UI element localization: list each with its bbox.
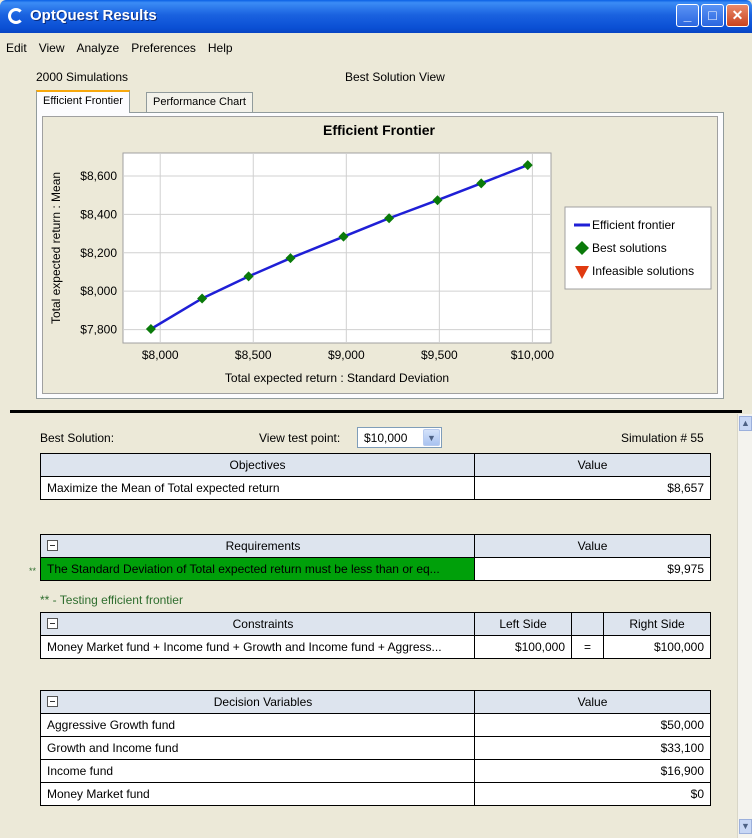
variable-name: Money Market fund xyxy=(40,782,475,806)
left-side-header: Left Side xyxy=(474,612,572,636)
best-solution-label: Best Solution: xyxy=(40,431,115,445)
variable-name: Aggressive Growth fund xyxy=(40,713,475,737)
table-row[interactable]: Growth and Income fund $33,100 xyxy=(40,736,711,760)
view-test-point-label: View test point: xyxy=(259,431,341,445)
table-row[interactable]: Income fund $16,900 xyxy=(40,759,711,783)
splitter[interactable] xyxy=(10,410,742,413)
tab-performance-chart[interactable]: Performance Chart xyxy=(146,92,253,113)
title-bar[interactable]: OptQuest Results _ □ ✕ xyxy=(0,0,752,33)
y-tick-label: $8,400 xyxy=(80,207,117,221)
table-row[interactable]: Money Market fund + Income fund + Growth… xyxy=(40,635,711,659)
legend-efficient-frontier: Efficient frontier xyxy=(592,218,675,232)
constraint-left-side: $100,000 xyxy=(474,635,572,659)
constraint-expression: Money Market fund + Income fund + Growth… xyxy=(40,635,475,659)
objectives-header: Objectives xyxy=(40,453,475,477)
app-icon xyxy=(8,8,24,24)
optquest-results-window: OptQuest Results _ □ ✕ Edit View Analyze… xyxy=(0,0,752,838)
x-tick-label: $8,000 xyxy=(142,348,179,362)
constraint-operator: = xyxy=(571,635,604,659)
view-name: Best Solution View xyxy=(345,70,445,84)
close-button[interactable]: ✕ xyxy=(726,4,749,27)
maximize-button[interactable]: □ xyxy=(701,4,724,27)
requirements-header-label: Requirements xyxy=(225,539,301,553)
collapse-decision-variables-icon[interactable] xyxy=(47,696,58,707)
testing-marker: ** xyxy=(29,566,37,576)
requirements-header: Requirements xyxy=(40,534,475,558)
scroll-up-icon[interactable]: ▲ xyxy=(739,416,752,431)
requirement-name: The Standard Deviation of Total expected… xyxy=(40,557,475,581)
variable-name: Growth and Income fund xyxy=(40,736,475,760)
objectives-table: Objectives Value Maximize the Mean of To… xyxy=(40,453,711,500)
chart-frame: Efficient Frontier $8,000 $8,500 $9,000 $9,… xyxy=(42,116,718,394)
efficient-frontier-chart: Efficient Frontier $8,000 $8,500 $9,000 $9,… xyxy=(49,122,712,385)
simulation-number: Simulation # 55 xyxy=(621,431,704,445)
objective-name: Maximize the Mean of Total expected retu… xyxy=(40,476,475,500)
right-side-header: Right Side xyxy=(603,612,711,636)
legend-infeasible-solutions: Infeasible solutions xyxy=(592,264,694,278)
collapse-requirements-icon[interactable] xyxy=(47,540,58,551)
objectives-value-header: Value xyxy=(474,453,711,477)
decision-variables-header-label: Decision Variables xyxy=(213,695,313,709)
variable-value: $50,000 xyxy=(474,713,711,737)
chart-title: Efficient Frontier xyxy=(323,122,436,138)
constraints-header-label: Constraints xyxy=(232,617,294,631)
variable-value: $16,900 xyxy=(474,759,711,783)
decision-variables-header: Decision Variables xyxy=(40,690,475,714)
objective-value: $8,657 xyxy=(474,476,711,500)
decision-variables-value-header: Value xyxy=(474,690,711,714)
x-axis-label: Total expected return : Standard Deviati… xyxy=(225,371,449,385)
x-tick-label: $8,500 xyxy=(235,348,272,362)
table-row[interactable]: Maximize the Mean of Total expected retu… xyxy=(40,476,711,500)
table-row[interactable]: Money Market fund $0 xyxy=(40,782,711,806)
y-tick-label: $8,200 xyxy=(80,246,117,260)
table-row[interactable]: Aggressive Growth fund $50,000 xyxy=(40,713,711,737)
operator-header xyxy=(571,612,604,636)
testing-note: ** - Testing efficient frontier xyxy=(40,593,183,607)
chevron-down-icon[interactable]: ▼ xyxy=(423,429,440,446)
menu-view[interactable]: View xyxy=(33,41,71,59)
y-tick-label: $8,600 xyxy=(80,169,117,183)
menu-preferences[interactable]: Preferences xyxy=(125,41,202,59)
window-title: OptQuest Results xyxy=(30,7,157,24)
variable-value: $33,100 xyxy=(474,736,711,760)
constraint-right-side: $100,000 xyxy=(603,635,711,659)
menu-analyze[interactable]: Analyze xyxy=(70,41,125,59)
menu-edit[interactable]: Edit xyxy=(0,41,33,59)
decision-variables-table: Decision Variables Value Aggressive Grow… xyxy=(40,690,711,806)
y-tick-label: $7,800 xyxy=(80,323,117,337)
collapse-constraints-icon[interactable] xyxy=(47,618,58,629)
requirements-value-header: Value xyxy=(474,534,711,558)
vertical-scrollbar[interactable]: ▲ ▼ xyxy=(737,414,752,838)
constraints-header: Constraints xyxy=(40,612,475,636)
variable-name: Income fund xyxy=(40,759,475,783)
legend: Efficient frontier Best solutions Infeas… xyxy=(564,206,712,290)
table-row[interactable]: The Standard Deviation of Total expected… xyxy=(40,557,711,581)
requirements-table: Requirements Value The Standard Deviatio… xyxy=(40,534,711,581)
menu-bar: Edit View Analyze Preferences Help xyxy=(0,41,239,59)
requirement-value: $9,975 xyxy=(474,557,711,581)
test-point-value: $10,000 xyxy=(364,431,408,445)
tab-efficient-frontier[interactable]: Efficient Frontier xyxy=(36,90,130,113)
simulations-count: 2000 Simulations xyxy=(36,70,129,84)
menu-help[interactable]: Help xyxy=(202,41,239,59)
constraints-table: Constraints Left Side Right Side Money M… xyxy=(40,612,711,659)
legend-best-solutions: Best solutions xyxy=(592,241,667,255)
x-tick-label: $9,000 xyxy=(328,348,365,362)
minimize-button[interactable]: _ xyxy=(676,4,699,27)
test-point-select[interactable]: $10,000 ▼ xyxy=(357,427,442,448)
x-tick-label: $10,000 xyxy=(511,348,555,362)
variable-value: $0 xyxy=(474,782,711,806)
y-axis-label: Total expected return : Mean xyxy=(49,172,63,324)
x-tick-label: $9,500 xyxy=(421,348,458,362)
scroll-down-icon[interactable]: ▼ xyxy=(739,819,752,834)
y-tick-label: $8,000 xyxy=(80,284,117,298)
